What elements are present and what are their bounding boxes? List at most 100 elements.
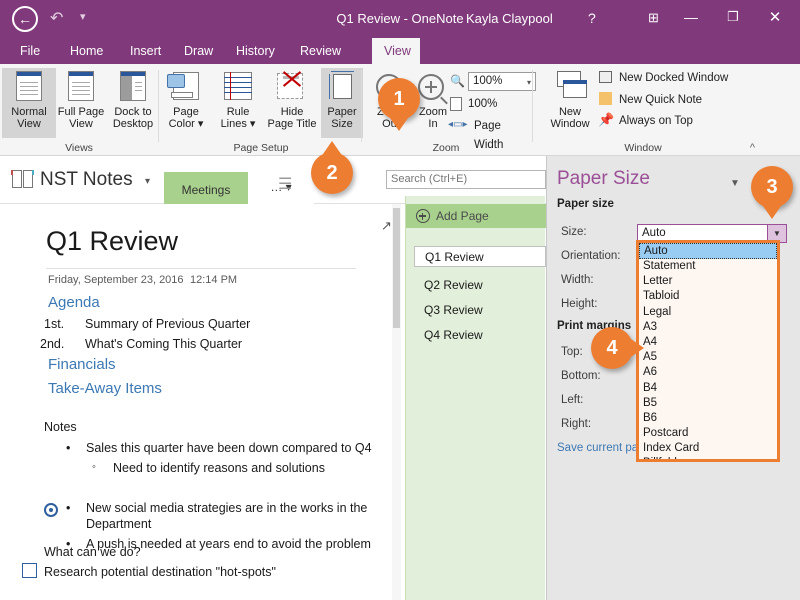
tab-view[interactable]: View: [372, 38, 420, 64]
paper-size-icon: [321, 68, 363, 104]
page-item-q2[interactable]: Q2 Review: [414, 275, 546, 296]
callout-4-number: 4: [606, 337, 618, 359]
heading-agenda: Agenda: [48, 294, 100, 311]
important-tag-icon[interactable]: [44, 503, 58, 517]
page-item-q3[interactable]: Q3 Review: [414, 300, 546, 321]
notebook-chevron-down-icon[interactable]: ▾: [145, 176, 150, 187]
callout-2-number: 2: [326, 162, 338, 184]
undo-icon[interactable]: ↶: [50, 8, 63, 28]
callout-2: 2: [311, 141, 353, 194]
zoom-100-item[interactable]: 100%: [468, 95, 497, 114]
note-text-3: New social media strategies are in the w…: [86, 501, 368, 515]
add-page-label: Add Page: [436, 209, 489, 223]
dock-to-desktop-button[interactable]: Dock to Desktop: [106, 68, 160, 138]
ribbon-display-options-icon[interactable]: ⊞: [648, 10, 659, 26]
zoom-100-icon: [450, 97, 462, 111]
dropdown-option-a6[interactable]: A6: [639, 365, 777, 380]
tab-history[interactable]: History: [224, 38, 282, 64]
chevron-down-icon[interactable]: ▾: [527, 74, 531, 91]
search-input[interactable]: Search (Ctrl+E): [386, 170, 546, 189]
section-tab-meetings[interactable]: Meetings: [164, 172, 248, 204]
callout-1-number: 1: [393, 88, 405, 110]
dropdown-option-postcard[interactable]: Postcard: [639, 426, 777, 441]
todo-checkbox-icon[interactable]: [22, 563, 37, 578]
tab-file[interactable]: File: [8, 38, 52, 64]
label-top: Top:: [561, 346, 583, 358]
dropdown-option-a4[interactable]: A4: [639, 335, 777, 350]
add-page-button[interactable]: Add Page: [406, 204, 546, 228]
tab-insert[interactable]: Insert: [118, 38, 166, 64]
page-width-icon: ◂▭▸: [448, 119, 468, 130]
paper-size-dropdown-list[interactable]: Auto Statement Letter Tabloid Legal A3 A…: [636, 240, 780, 462]
dropdown-option-index-card[interactable]: Index Card: [639, 441, 777, 456]
label-orientation: Orientation:: [561, 250, 621, 262]
group-label-zoom: Zoom: [432, 142, 460, 154]
expand-page-icon[interactable]: ↗: [381, 218, 392, 234]
close-button[interactable]: ✕: [760, 8, 790, 26]
minimize-button[interactable]: —: [676, 9, 706, 25]
normal-view-icon: [2, 68, 56, 104]
agenda-num-2: 2nd.: [40, 337, 65, 351]
hide-page-title-button[interactable]: Hide Page Title: [263, 68, 321, 138]
dropdown-option-statement[interactable]: Statement: [639, 259, 777, 274]
user-account-name[interactable]: Kayla Claypool: [466, 11, 553, 26]
hide-page-title-label-1: Hide: [280, 106, 304, 118]
label-right: Right:: [561, 418, 592, 430]
dropdown-option-auto[interactable]: Auto: [639, 243, 777, 259]
callout-3: 3: [751, 166, 793, 219]
always-on-top-item[interactable]: Always on Top: [619, 112, 693, 131]
notebook-name[interactable]: NST Notes: [40, 169, 133, 191]
full-page-view-label-1: Full Page: [57, 106, 105, 118]
page-width-item[interactable]: Page Width: [474, 117, 530, 151]
dropdown-option-letter[interactable]: Letter: [639, 274, 777, 289]
tab-review[interactable]: Review: [288, 38, 346, 64]
rule-lines-button[interactable]: Rule Lines ▾: [211, 68, 265, 138]
back-arrow-icon[interactable]: ←: [12, 6, 38, 32]
label-size: Size:: [561, 226, 587, 238]
dropdown-option-tabloid[interactable]: Tabloid: [639, 289, 777, 304]
section-overflow-icon: ☰: [278, 176, 293, 193]
tab-draw[interactable]: Draw: [172, 38, 218, 64]
tab-home[interactable]: Home: [58, 38, 112, 64]
page-item-q4[interactable]: Q4 Review: [414, 325, 546, 346]
normal-view-button[interactable]: Normal View: [2, 68, 56, 138]
label-width: Width:: [561, 274, 594, 286]
full-page-view-label-2: View: [69, 118, 93, 130]
callout-1: 1: [378, 78, 420, 131]
dropdown-option-a3[interactable]: A3: [639, 320, 777, 335]
pin-icon: 📌: [598, 112, 615, 127]
page-scrollbar[interactable]: [392, 204, 401, 600]
callout-4-pointer: [631, 339, 644, 357]
new-quick-note-item[interactable]: New Quick Note: [619, 91, 702, 110]
full-page-view-button[interactable]: Full Page View: [54, 68, 108, 138]
zoom-percent-input[interactable]: 100% ▾: [468, 72, 536, 91]
dropdown-option-legal[interactable]: Legal: [639, 305, 777, 320]
quick-access-toolbar-chevron[interactable]: ▾: [80, 10, 86, 23]
note-text-3b: Department: [86, 517, 152, 531]
collapse-ribbon-chevron[interactable]: ^: [750, 142, 755, 154]
page-time: 12:14 PM: [190, 274, 238, 286]
onenote-window: ← ↶ ▾ Q1 Review - OneNote Kayla Claypool…: [0, 0, 800, 600]
page-date: Friday, September 23, 2016: [48, 274, 184, 286]
page-item-q1[interactable]: Q1 Review: [414, 246, 546, 267]
todo-text: Research potential destination "hot-spot…: [44, 565, 276, 579]
agenda-text-1: Summary of Previous Quarter: [85, 317, 251, 331]
callout-3-number: 3: [766, 176, 778, 198]
maximize-button[interactable]: ❐: [718, 9, 748, 25]
dropdown-option-billfold[interactable]: Billfold: [639, 456, 777, 459]
paper-size-button[interactable]: Paper Size: [321, 68, 363, 138]
dropdown-option-b4[interactable]: B4: [639, 381, 777, 396]
page-title[interactable]: Q1 Review: [46, 226, 178, 257]
dock-to-desktop-label-2: Desktop: [112, 118, 154, 130]
dropdown-option-a5[interactable]: A5: [639, 350, 777, 365]
new-window-button[interactable]: New Window: [541, 68, 599, 138]
dropdown-option-b6[interactable]: B6: [639, 411, 777, 426]
pane-chevron-down-icon[interactable]: ▼: [730, 178, 740, 189]
scrollbar-thumb[interactable]: [393, 208, 400, 328]
new-window-label-1: New: [558, 106, 581, 118]
docked-window-icon: [599, 71, 612, 83]
help-icon[interactable]: ?: [588, 10, 596, 26]
new-docked-window-item[interactable]: New Docked Window: [619, 69, 728, 88]
dropdown-option-b5[interactable]: B5: [639, 396, 777, 411]
page-color-button[interactable]: Page Color ▾: [159, 68, 213, 138]
